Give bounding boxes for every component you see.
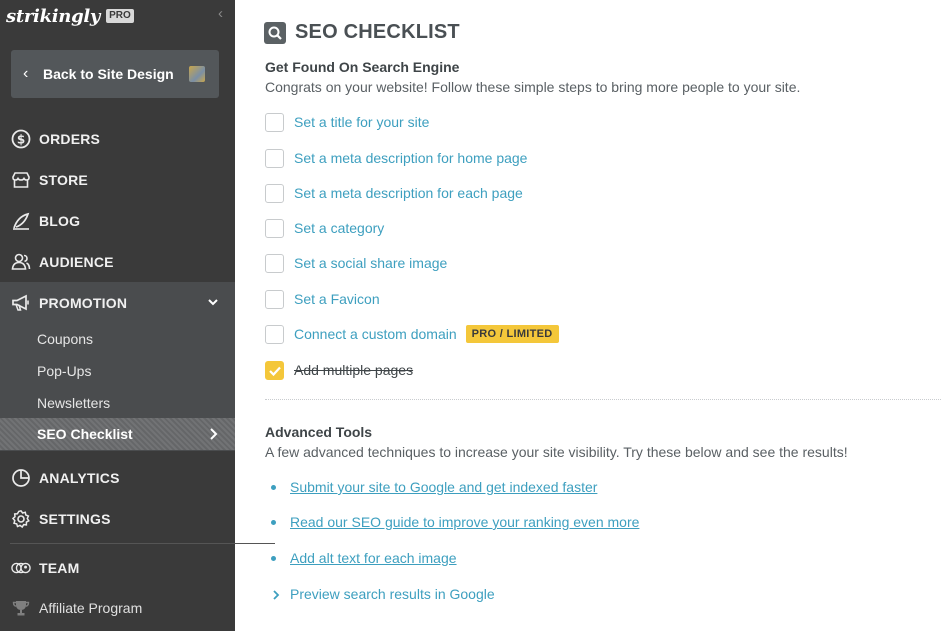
bullet-icon: [271, 556, 276, 561]
alt-text-link[interactable]: Add alt text for each image: [290, 550, 457, 566]
checklist-label[interactable]: Set a Favicon: [294, 291, 380, 307]
site-thumbnail-icon: [189, 66, 205, 82]
svg-text:$: $: [17, 132, 25, 146]
checklist-item[interactable]: Set a social share image: [265, 253, 447, 273]
checklist-item[interactable]: Set a meta description for each page: [265, 183, 523, 203]
checkbox[interactable]: [265, 290, 284, 309]
page-header: SEO CHECKLIST: [264, 21, 460, 44]
checkbox[interactable]: [265, 219, 284, 238]
brand-logo[interactable]: strikingly PRO: [6, 3, 134, 29]
sub-item-label: Coupons: [37, 331, 93, 347]
nav-label: ORDERS: [39, 131, 100, 147]
checklist-label[interactable]: Set a meta description for each page: [294, 185, 523, 201]
submit-to-google-link[interactable]: Submit your site to Google and get index…: [290, 479, 597, 495]
section-divider: [265, 399, 941, 400]
checkbox-checked[interactable]: [265, 361, 284, 380]
checklist-item[interactable]: Add multiple pages: [265, 360, 413, 380]
sub-item-coupons[interactable]: Coupons: [0, 323, 235, 355]
people-icon: [10, 251, 32, 273]
promotion-submenu: Coupons Pop-Ups Newsletters SEO Checklis…: [0, 323, 235, 451]
checkbox[interactable]: [265, 184, 284, 203]
nav-label: PROMOTION: [39, 295, 127, 311]
nav-affiliate-program[interactable]: Affiliate Program: [0, 590, 235, 626]
checklist-item[interactable]: Set a meta description for home page: [265, 148, 527, 168]
nav-label: STORE: [39, 172, 88, 188]
checklist-item[interactable]: Set a title for your site: [265, 112, 429, 132]
pro-badge: PRO: [106, 9, 134, 23]
nav-label: TEAM: [39, 560, 79, 576]
advanced-section-title: Advanced Tools: [265, 424, 372, 440]
nav-audience[interactable]: AUDIENCE: [0, 241, 235, 282]
nav-label: ANALYTICS: [39, 470, 120, 486]
found-section-title: Get Found On Search Engine: [265, 59, 459, 75]
affiliate-label: Affiliate Program: [39, 600, 142, 616]
megaphone-icon: [10, 292, 32, 314]
gear-icon: [10, 508, 32, 530]
nav-team[interactable]: TEAM: [0, 547, 235, 588]
back-button-label: Back to Site Design: [43, 66, 174, 82]
nav-orders[interactable]: $ ORDERS: [0, 118, 235, 159]
nav-label: AUDIENCE: [39, 254, 114, 270]
sub-item-label: Newsletters: [37, 395, 110, 411]
checklist-label[interactable]: Set a title for your site: [294, 114, 429, 130]
pro-limited-badge: PRO / LIMITED: [466, 325, 559, 343]
checklist-label[interactable]: Add multiple pages: [294, 362, 413, 378]
dollar-circle-icon: $: [10, 128, 32, 150]
checklist-item[interactable]: Set a category: [265, 218, 384, 238]
sub-item-seo-checklist[interactable]: SEO Checklist: [0, 418, 235, 450]
nav-blog[interactable]: BLOG: [0, 200, 235, 241]
main-content: SEO CHECKLIST Get Found On Search Engine…: [235, 0, 941, 631]
back-to-site-design-button[interactable]: ‹ Back to Site Design: [11, 50, 219, 98]
checklist-label[interactable]: Set a social share image: [294, 255, 447, 271]
bullet-icon: [271, 520, 276, 525]
seo-guide-link[interactable]: Read our SEO guide to improve your ranki…: [290, 514, 639, 530]
storefront-icon: [10, 169, 32, 191]
chevron-right-icon: [207, 427, 219, 441]
sub-item-popups[interactable]: Pop-Ups: [0, 355, 235, 387]
nav-label: SETTINGS: [39, 511, 111, 527]
sub-item-newsletters[interactable]: Newsletters: [0, 387, 235, 419]
checkbox[interactable]: [265, 254, 284, 273]
checklist-item[interactable]: Set a Favicon: [265, 289, 380, 309]
nav-settings[interactable]: SETTINGS: [0, 498, 235, 539]
pie-chart-icon: [10, 467, 32, 489]
nav-label: BLOG: [39, 213, 80, 229]
trophy-icon: [10, 597, 32, 619]
found-section-desc: Congrats on your website! Follow these s…: [265, 79, 800, 95]
team-icon: [10, 557, 32, 579]
sub-item-label: Pop-Ups: [37, 363, 91, 379]
chevron-down-icon: [207, 295, 219, 307]
nav-promotion[interactable]: PROMOTION: [0, 282, 235, 323]
chevron-left-icon: ‹: [23, 65, 37, 83]
checklist-label[interactable]: Set a category: [294, 220, 384, 236]
advanced-link-item[interactable]: Read our SEO guide to improve your ranki…: [271, 512, 639, 532]
advanced-section-desc: A few advanced techniques to increase yo…: [265, 444, 848, 460]
collapse-sidebar-icon[interactable]: ‹: [218, 6, 230, 22]
checkbox[interactable]: [265, 325, 284, 344]
sidebar: strikingly PRO ‹ ‹ Back to Site Design $…: [0, 0, 235, 631]
nav-store[interactable]: STORE: [0, 159, 235, 200]
checklist-item[interactable]: Connect a custom domain PRO / LIMITED: [265, 324, 559, 344]
checkbox[interactable]: [265, 113, 284, 132]
checklist-label[interactable]: Connect a custom domain: [294, 326, 457, 342]
chevron-right-icon: [271, 588, 281, 600]
checkmark-icon: [268, 364, 282, 378]
preview-search-label[interactable]: Preview search results in Google: [290, 586, 495, 602]
brand-name: strikingly: [6, 6, 100, 27]
sub-item-label: SEO Checklist: [37, 426, 133, 442]
bullet-icon: [271, 485, 276, 490]
advanced-link-item[interactable]: Submit your site to Google and get index…: [271, 477, 597, 497]
quill-icon: [10, 210, 32, 232]
page-title: SEO CHECKLIST: [295, 21, 460, 44]
checkbox[interactable]: [265, 149, 284, 168]
advanced-link-item[interactable]: Add alt text for each image: [271, 548, 457, 568]
nav-analytics[interactable]: ANALYTICS: [0, 457, 235, 498]
seo-search-icon: [264, 22, 286, 44]
checklist-label[interactable]: Set a meta description for home page: [294, 150, 527, 166]
preview-search-results-toggle[interactable]: Preview search results in Google: [271, 584, 495, 604]
